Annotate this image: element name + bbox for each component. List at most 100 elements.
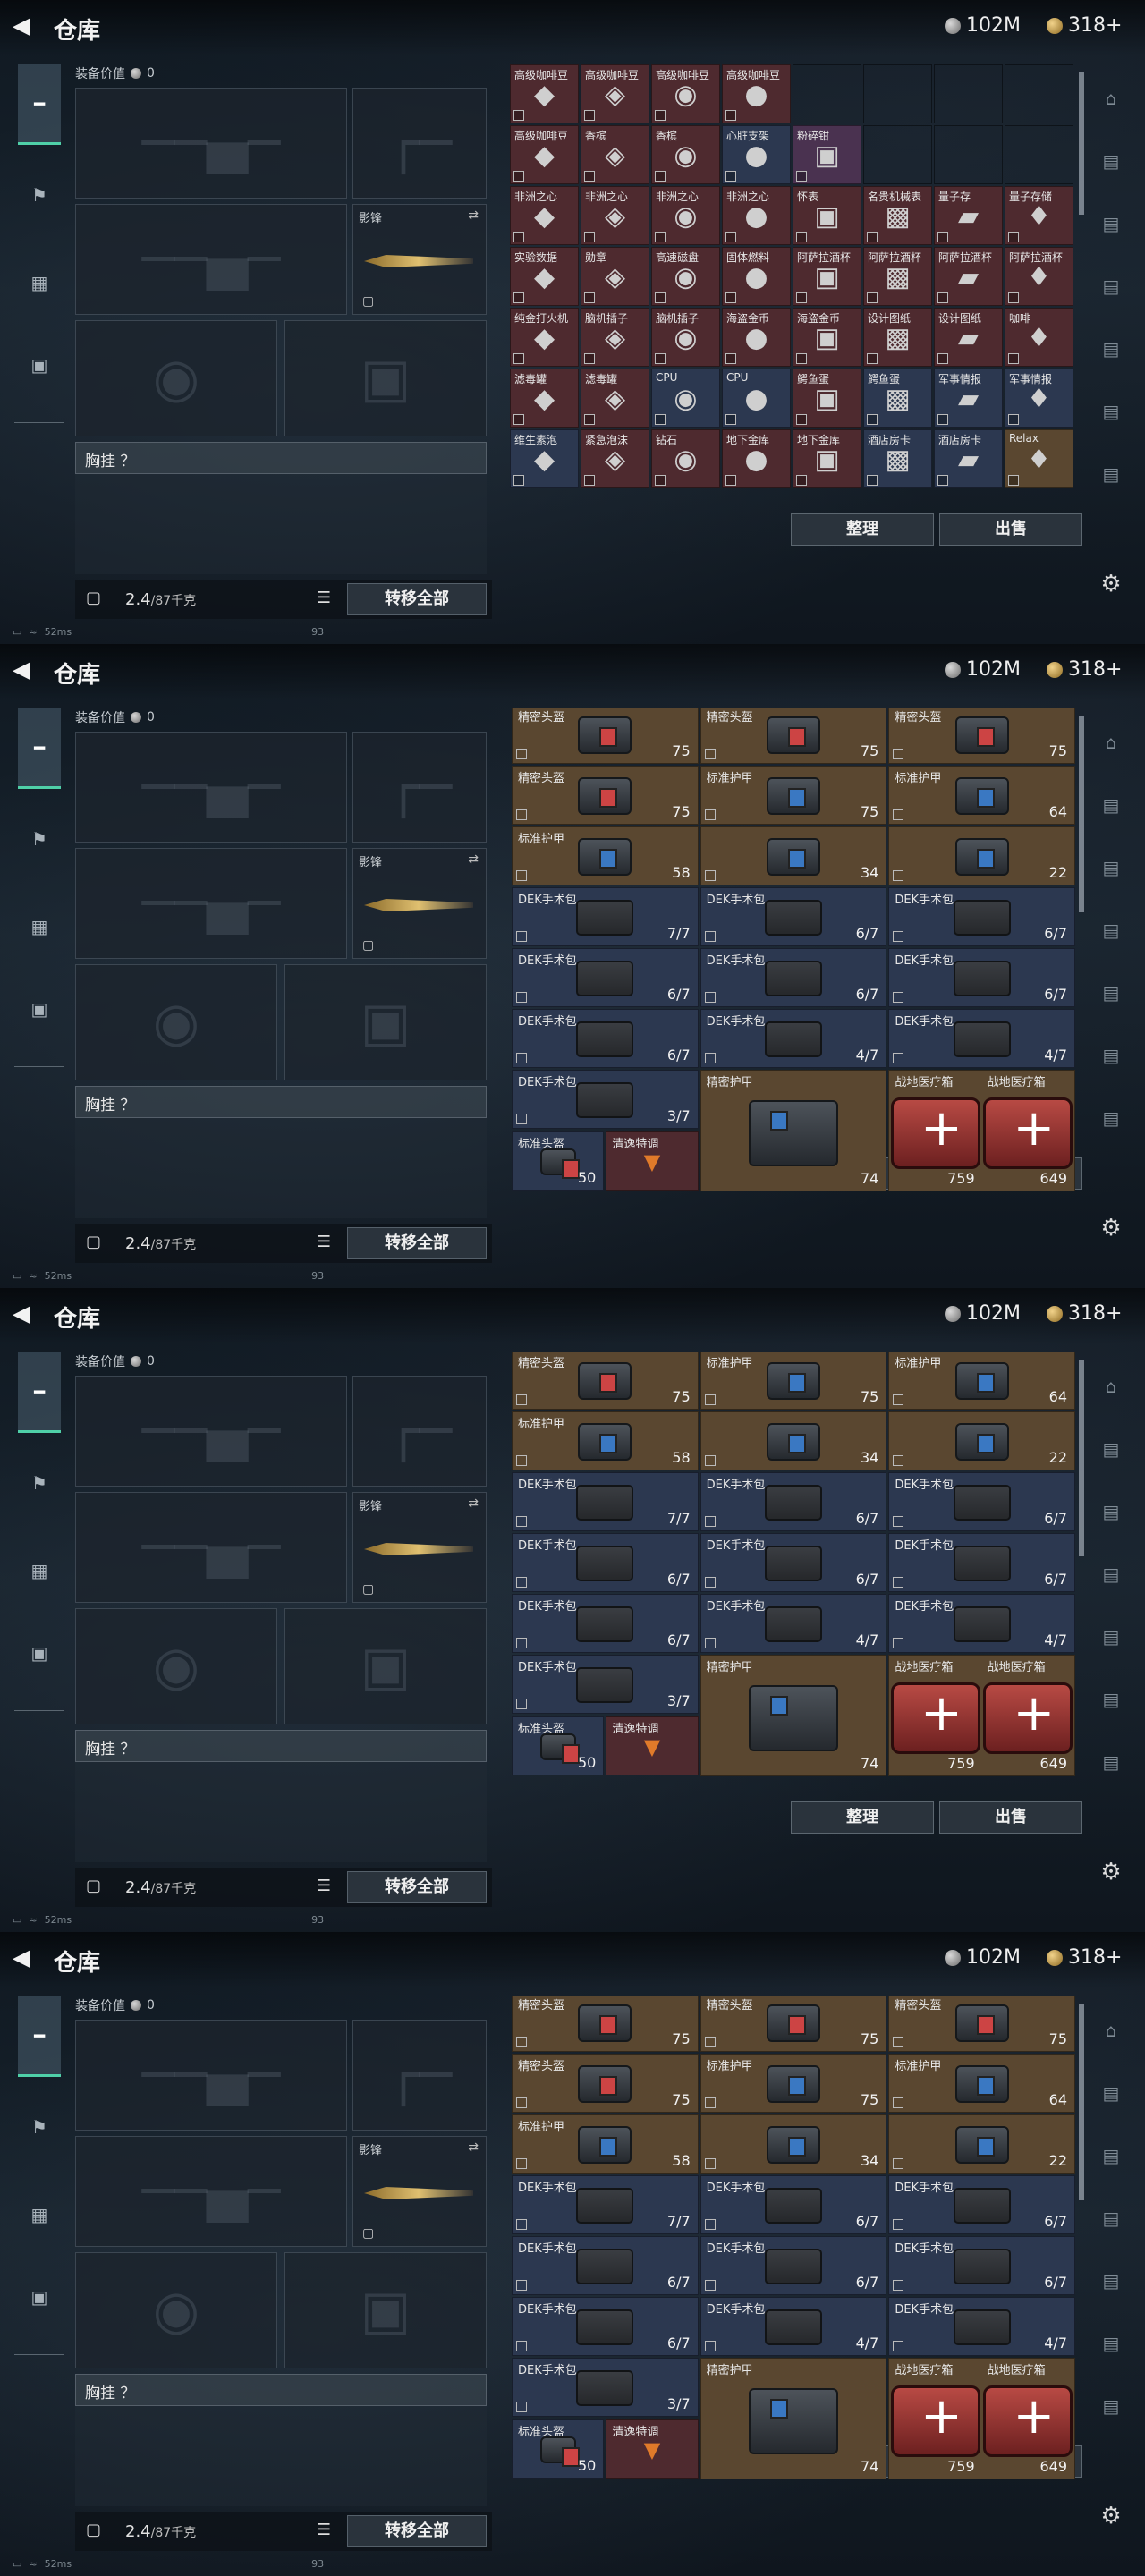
- storage-item[interactable]: DEK手术包 7/7: [512, 2175, 699, 2234]
- storage-item[interactable]: DEK手术包 6/7: [888, 1472, 1075, 1531]
- storage-page-icon[interactable]: ▤: [1095, 213, 1127, 243]
- storage-page-icon[interactable]: ▤: [1095, 1045, 1127, 1075]
- storage-page-icon[interactable]: ▤: [1095, 1751, 1127, 1782]
- storage-item[interactable]: 设计图纸 ▰: [934, 308, 1003, 367]
- storage-item[interactable]: 精密头盔 75: [888, 708, 1075, 764]
- storage-item[interactable]: 精密头盔 75: [512, 1996, 699, 2052]
- storage-item[interactable]: 固体燃料 ●: [722, 247, 791, 306]
- back-arrow-icon[interactable]: ◀: [13, 657, 39, 683]
- storage-item[interactable]: 战地医疗箱649: [982, 1071, 1074, 1191]
- nav-case-icon[interactable]: ▣: [21, 347, 57, 383]
- pistol-slot[interactable]: ┌─: [352, 88, 487, 199]
- nav-backpack-icon[interactable]: ▦: [21, 909, 57, 945]
- nav-weapons-icon[interactable]: ━: [18, 1352, 61, 1433]
- storage-item[interactable]: 非洲之心 ◉: [651, 186, 720, 245]
- transfer-all-button[interactable]: 转移全部: [347, 2515, 487, 2547]
- storage-item[interactable]: 酒店房卡 ▩: [863, 429, 932, 488]
- nav-armor-icon[interactable]: ⚑: [21, 177, 57, 213]
- lock-icon[interactable]: ▢: [86, 1233, 106, 1254]
- storage-item[interactable]: 鳄鱼蛋 ▣: [793, 369, 861, 428]
- storage-item[interactable]: CPU ●: [722, 369, 791, 428]
- storage-item[interactable]: [934, 64, 1003, 123]
- storage-item[interactable]: 高速磁盘 ◉: [651, 247, 720, 306]
- nav-case-icon[interactable]: ▣: [21, 2279, 57, 2315]
- storage-item[interactable]: DEK手术包 3/7: [512, 2358, 699, 2417]
- storage-item[interactable]: DEK手术包 6/7: [888, 2175, 1075, 2234]
- storage-tab-icon[interactable]: ⌂: [1095, 2020, 1127, 2050]
- swap-icon[interactable]: ⇄: [468, 852, 479, 867]
- nav-armor-icon[interactable]: ⚑: [21, 1465, 57, 1501]
- transfer-all-button[interactable]: 转移全部: [347, 583, 487, 615]
- storage-item[interactable]: 地下金库 ●: [722, 429, 791, 488]
- storage-item[interactable]: 战地医疗箱649: [982, 1656, 1074, 1775]
- settings-gear-icon[interactable]: ⚙: [1095, 1215, 1127, 1245]
- chest-rig-area[interactable]: [75, 1762, 487, 1862]
- storage-item[interactable]: 钻石 ◉: [651, 429, 720, 488]
- storage-page-icon[interactable]: ▤: [1095, 982, 1127, 1013]
- nav-weapons-icon[interactable]: ━: [18, 708, 61, 789]
- storage-item[interactable]: 精密头盔 75: [512, 2054, 699, 2113]
- back-arrow-icon[interactable]: ◀: [13, 1301, 39, 1327]
- secondary-weapon-slot[interactable]: ──▄─: [75, 204, 347, 315]
- storage-item[interactable]: 香槟 ◈: [581, 125, 649, 184]
- storage-item[interactable]: 阿萨拉酒杯 ▣: [793, 247, 861, 306]
- storage-page-icon[interactable]: ▤: [1095, 919, 1127, 950]
- storage-item[interactable]: DEK手术包 4/7: [700, 1009, 887, 1068]
- secondary-weapon-slot[interactable]: ──▄─: [75, 1492, 347, 1603]
- nav-case-icon[interactable]: ▣: [21, 1635, 57, 1671]
- storage-item[interactable]: 清逸特调 ▼: [606, 2419, 699, 2479]
- gold-currency[interactable]: 318+: [1047, 1302, 1122, 1325]
- storage-item[interactable]: 阿萨拉酒杯 ▰: [934, 247, 1003, 306]
- nav-armor-icon[interactable]: ⚑: [21, 2109, 57, 2145]
- storage-item[interactable]: DEK手术包 6/7: [512, 1594, 699, 1653]
- storage-tab-icon[interactable]: ⌂: [1095, 1376, 1127, 1406]
- storage-page-icon[interactable]: ▤: [1095, 794, 1127, 825]
- back-arrow-icon[interactable]: ◀: [13, 13, 39, 39]
- storage-item[interactable]: 精密护甲 74: [700, 1655, 887, 1776]
- storage-item[interactable]: 标准护甲 64: [888, 2054, 1075, 2113]
- storage-item[interactable]: 战地医疗箱649: [982, 2359, 1074, 2479]
- chest-rig-header[interactable]: 胸挂 ？: [75, 1730, 487, 1762]
- storage-item[interactable]: 清逸特调 ▼: [606, 1131, 699, 1191]
- storage-item[interactable]: 维生素泡 ◆: [510, 429, 579, 488]
- storage-item[interactable]: 高级咖啡豆 ◈: [581, 64, 649, 123]
- storage-item[interactable]: DEK手术包 3/7: [512, 1070, 699, 1129]
- storage-item[interactable]: 标准护甲 64: [888, 1352, 1075, 1410]
- storage-item[interactable]: DEK手术包 6/7: [700, 1472, 887, 1531]
- storage-item[interactable]: 咖啡 ♦: [1005, 308, 1073, 367]
- storage-item[interactable]: 精密头盔 75: [512, 766, 699, 825]
- storage-item[interactable]: 脑机插子 ◉: [651, 308, 720, 367]
- chest-rig-area[interactable]: [75, 1118, 487, 1218]
- storage-item[interactable]: 非洲之心 ◆: [510, 186, 579, 245]
- helmet-slot[interactable]: ◉: [75, 320, 277, 436]
- storage-item[interactable]: 怀表 ▣: [793, 186, 861, 245]
- secondary-weapon-slot[interactable]: ──▄─: [75, 848, 347, 959]
- nav-backpack-icon[interactable]: ▦: [21, 2197, 57, 2233]
- storage-page-icon[interactable]: ▤: [1095, 338, 1127, 369]
- storage-item[interactable]: [1005, 125, 1073, 184]
- storage-item[interactable]: [863, 125, 932, 184]
- storage-page-icon[interactable]: ▤: [1095, 1563, 1127, 1594]
- storage-item[interactable]: DEK手术包 4/7: [888, 1009, 1075, 1068]
- storage-item[interactable]: [863, 64, 932, 123]
- storage-item[interactable]: DEK手术包 6/7: [512, 2236, 699, 2295]
- chest-rig-area[interactable]: [75, 2406, 487, 2506]
- storage-item[interactable]: Relax ♦: [1005, 429, 1073, 488]
- swap-icon[interactable]: ⇄: [468, 2140, 479, 2155]
- nav-armor-icon[interactable]: ⚑: [21, 821, 57, 857]
- storage-page-icon[interactable]: ▤: [1095, 1501, 1127, 1531]
- storage-item[interactable]: DEK手术包 3/7: [512, 1655, 699, 1714]
- storage-item[interactable]: 精密护甲 74: [700, 1070, 887, 1191]
- transfer-all-button[interactable]: 转移全部: [347, 1227, 487, 1259]
- melee-slot[interactable]: 影锋 ⇄ ▢: [352, 2136, 487, 2247]
- storage-item[interactable]: 精密头盔 75: [700, 708, 887, 764]
- swap-icon[interactable]: ⇄: [468, 208, 479, 223]
- storage-page-icon[interactable]: ▤: [1095, 463, 1127, 494]
- storage-item[interactable]: 标准护甲 58: [512, 826, 699, 886]
- storage-page-icon[interactable]: ▤: [1095, 2082, 1127, 2113]
- gold-currency[interactable]: 318+: [1047, 14, 1122, 37]
- lock-icon[interactable]: ▢: [86, 589, 106, 610]
- nav-backpack-icon[interactable]: ▦: [21, 1553, 57, 1589]
- gold-currency[interactable]: 318+: [1047, 1946, 1122, 1969]
- storage-page-icon[interactable]: ▤: [1095, 1689, 1127, 1719]
